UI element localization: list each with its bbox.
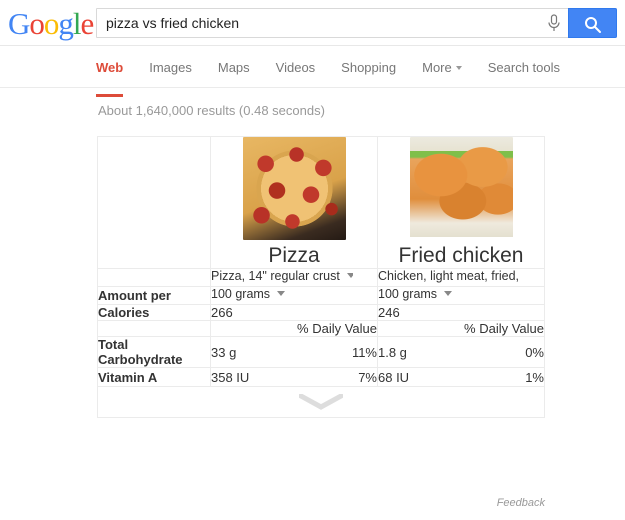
amount-dropdown-pizza[interactable]: 100 grams <box>211 287 285 301</box>
logo-letter-o2: o <box>44 6 59 41</box>
row-label-calories: Calories <box>98 305 211 321</box>
calories-value-pizza: 266 <box>211 305 378 321</box>
nav-tab-list: Web Images Maps Videos Shopping More Search to… <box>96 60 586 84</box>
search-button[interactable] <box>568 8 617 38</box>
vitamin-a-cell-fried-chicken: 68 IU 1% <box>378 368 545 387</box>
variant-dropdown-fried-chicken-label: Chicken, light meat, fried, v <box>378 269 520 283</box>
row-label-total-carbohydrate-line2: Carbohydrate <box>98 352 183 367</box>
calories-value-fried-chicken: 246 <box>378 305 545 321</box>
amount-dropdown-fried-chicken[interactable]: 100 grams <box>378 287 452 301</box>
empty-corner-cell <box>98 137 211 269</box>
carb-cell-pizza: 33 g 11% <box>211 337 378 368</box>
tab-more-label: More <box>422 60 452 75</box>
logo-letter-g1: G <box>8 6 29 41</box>
feedback-container: Feedback <box>97 497 545 509</box>
variant-dropdown-fried-chicken[interactable]: Chicken, light meat, fried, v <box>378 269 520 283</box>
chevron-down-icon <box>299 394 343 410</box>
amount-cell-fried-chicken: 100 grams <box>378 287 545 305</box>
fried-chicken-photo <box>410 137 513 240</box>
vitamin-a-amount-fried-chicken: 68 IU <box>378 370 409 385</box>
expand-more-button[interactable] <box>98 387 545 418</box>
feedback-link[interactable]: Feedback <box>497 497 545 509</box>
chevron-down-icon <box>456 66 462 70</box>
table-row-headers: Pizza Fried chicken <box>98 137 545 269</box>
tab-maps-label: Maps <box>218 60 250 75</box>
amount-dropdown-fried-chicken-label: 100 grams <box>378 287 437 301</box>
table-row-daily-value-header: % Daily Value % Daily Value <box>98 321 545 337</box>
search-nav-tabs: Web Images Maps Videos Shopping More Search to… <box>0 46 625 88</box>
vitamin-a-percent-pizza: 7% <box>358 370 377 385</box>
empty-variant-label-cell <box>98 269 211 287</box>
comparison-table: Pizza Fried chicken Pizza, 14" regular c… <box>97 136 545 418</box>
table-row-expand[interactable] <box>98 387 545 418</box>
google-logo[interactable]: Google <box>8 8 93 39</box>
page-header: Google <box>0 0 625 46</box>
search-box <box>96 8 617 38</box>
nutrition-comparison-card: Pizza Fried chicken Pizza, 14" regular c… <box>97 136 545 418</box>
variant-dropdown-pizza-label: Pizza, 14" regular crust <box>211 269 340 283</box>
chevron-down-icon <box>444 291 452 296</box>
empty-daily-value-label-cell <box>98 321 211 337</box>
row-label-vitamin-a: Vitamin A <box>98 368 211 387</box>
tab-shopping-label: Shopping <box>341 60 396 75</box>
logo-letter-l: l <box>73 6 81 41</box>
microphone-icon[interactable] <box>544 13 564 34</box>
search-input[interactable] <box>97 9 547 37</box>
carb-amount-pizza: 33 g <box>211 345 236 360</box>
table-row-amount-per: Amount per 100 grams 100 grams <box>98 287 545 305</box>
daily-value-header-fried-chicken: % Daily Value <box>378 321 545 337</box>
item-header-fried-chicken[interactable]: Fried chicken <box>378 137 545 269</box>
tab-videos[interactable]: Videos <box>276 60 316 84</box>
tab-shopping[interactable]: Shopping <box>341 60 396 84</box>
tab-videos-label: Videos <box>276 60 316 75</box>
logo-letter-o1: o <box>29 6 44 41</box>
tab-maps[interactable]: Maps <box>218 60 250 84</box>
chevron-down-icon <box>347 273 353 278</box>
table-row-calories: Calories 266 246 <box>98 305 545 321</box>
magnifier-icon <box>584 16 602 34</box>
table-row-variant-selectors: Pizza, 14" regular crust Chicken, light … <box>98 269 545 287</box>
row-label-amount-per: Amount per <box>98 287 211 305</box>
carb-cell-fried-chicken: 1.8 g 0% <box>378 337 545 368</box>
amount-dropdown-pizza-label: 100 grams <box>211 287 270 301</box>
item-title-fried-chicken: Fried chicken <box>378 244 544 268</box>
carb-percent-pizza: 11% <box>352 345 377 360</box>
item-title-pizza: Pizza <box>211 244 377 268</box>
variant-cell-pizza: Pizza, 14" regular crust <box>211 269 378 287</box>
table-row-vitamin-a: Vitamin A 358 IU 7% 68 IU 1% <box>98 368 545 387</box>
tab-more[interactable]: More <box>422 60 462 84</box>
table-row-total-carbohydrate: TotalCarbohydrate 33 g 11% 1.8 g 0% <box>98 337 545 368</box>
tab-images[interactable]: Images <box>149 60 192 84</box>
row-label-total-carbohydrate-line1: Total <box>98 337 128 352</box>
variant-dropdown-pizza[interactable]: Pizza, 14" regular crust <box>211 269 353 283</box>
row-label-total-carbohydrate: TotalCarbohydrate <box>98 337 211 368</box>
tab-web-label: Web <box>96 60 123 75</box>
tab-images-label: Images <box>149 60 192 75</box>
tab-search-tools-label: Search tools <box>488 60 560 75</box>
logo-letter-g2: g <box>58 6 73 41</box>
result-stats: About 1,640,000 results (0.48 seconds) <box>98 103 325 118</box>
logo-letter-e: e <box>81 6 94 41</box>
pizza-photo <box>243 137 346 240</box>
vitamin-a-amount-pizza: 358 IU <box>211 370 249 385</box>
tab-web[interactable]: Web <box>96 60 123 84</box>
carb-amount-fried-chicken: 1.8 g <box>378 345 407 360</box>
vitamin-a-percent-fried-chicken: 1% <box>525 370 544 385</box>
vitamin-a-cell-pizza: 358 IU 7% <box>211 368 378 387</box>
item-header-pizza[interactable]: Pizza <box>211 137 378 269</box>
carb-percent-fried-chicken: 0% <box>525 345 544 360</box>
amount-cell-pizza: 100 grams <box>211 287 378 305</box>
variant-cell-fried-chicken: Chicken, light meat, fried, v <box>378 269 545 287</box>
chevron-down-icon <box>277 291 285 296</box>
daily-value-header-pizza: % Daily Value <box>211 321 378 337</box>
tab-search-tools[interactable]: Search tools <box>488 60 560 84</box>
